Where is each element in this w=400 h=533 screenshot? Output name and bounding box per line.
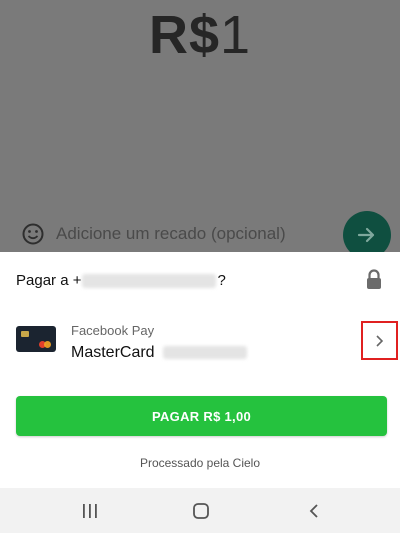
sheet-header: Pagar a +? (16, 268, 384, 292)
change-payment-method-button[interactable] (361, 321, 398, 360)
payment-method-row[interactable]: Facebook Pay MasterCard (16, 320, 400, 372)
lock-icon (367, 269, 381, 289)
card-number-redacted (162, 346, 247, 360)
home-icon (193, 503, 209, 519)
amount-display: R$1 (0, 4, 400, 66)
send-arrow-icon (357, 227, 375, 243)
recent-apps-icon (83, 504, 97, 518)
dimmed-background: R$1 Adicione um recado (opcional) (0, 0, 400, 259)
chevron-right-icon (375, 334, 383, 347)
memo-input[interactable]: Adicione um recado (opcional) (22, 214, 332, 254)
system-nav-bar (0, 488, 400, 533)
currency-symbol: R$ (148, 5, 220, 65)
memo-placeholder: Adicione um recado (opcional) (56, 224, 286, 243)
card-brand: MasterCard (71, 344, 155, 361)
card-name: MasterCard (71, 344, 247, 362)
card-image (16, 326, 56, 352)
smiley-icon[interactable] (22, 223, 44, 245)
processed-by-label: Processado pela Cielo (139, 456, 261, 470)
pay-to-suffix: ? (217, 271, 226, 289)
home-button[interactable] (189, 500, 213, 522)
recipient-number-redacted (82, 273, 217, 288)
pay-to-prefix: Pagar a + (16, 271, 82, 289)
pay-to-label: Pagar a +? (16, 272, 226, 289)
payment-provider: Facebook Pay (71, 323, 155, 338)
payment-sheet: Pagar a +? Facebook Pay MasterCard PAGAR… (0, 252, 400, 488)
pay-button[interactable]: PAGAR R$ 1,00 (16, 396, 387, 436)
back-icon (309, 504, 318, 518)
back-button[interactable] (302, 500, 326, 522)
card-chip (21, 331, 29, 337)
amount-value: 1 (219, 5, 252, 65)
mastercard-logo-yellow (44, 341, 51, 348)
recent-apps-button[interactable] (78, 500, 102, 522)
